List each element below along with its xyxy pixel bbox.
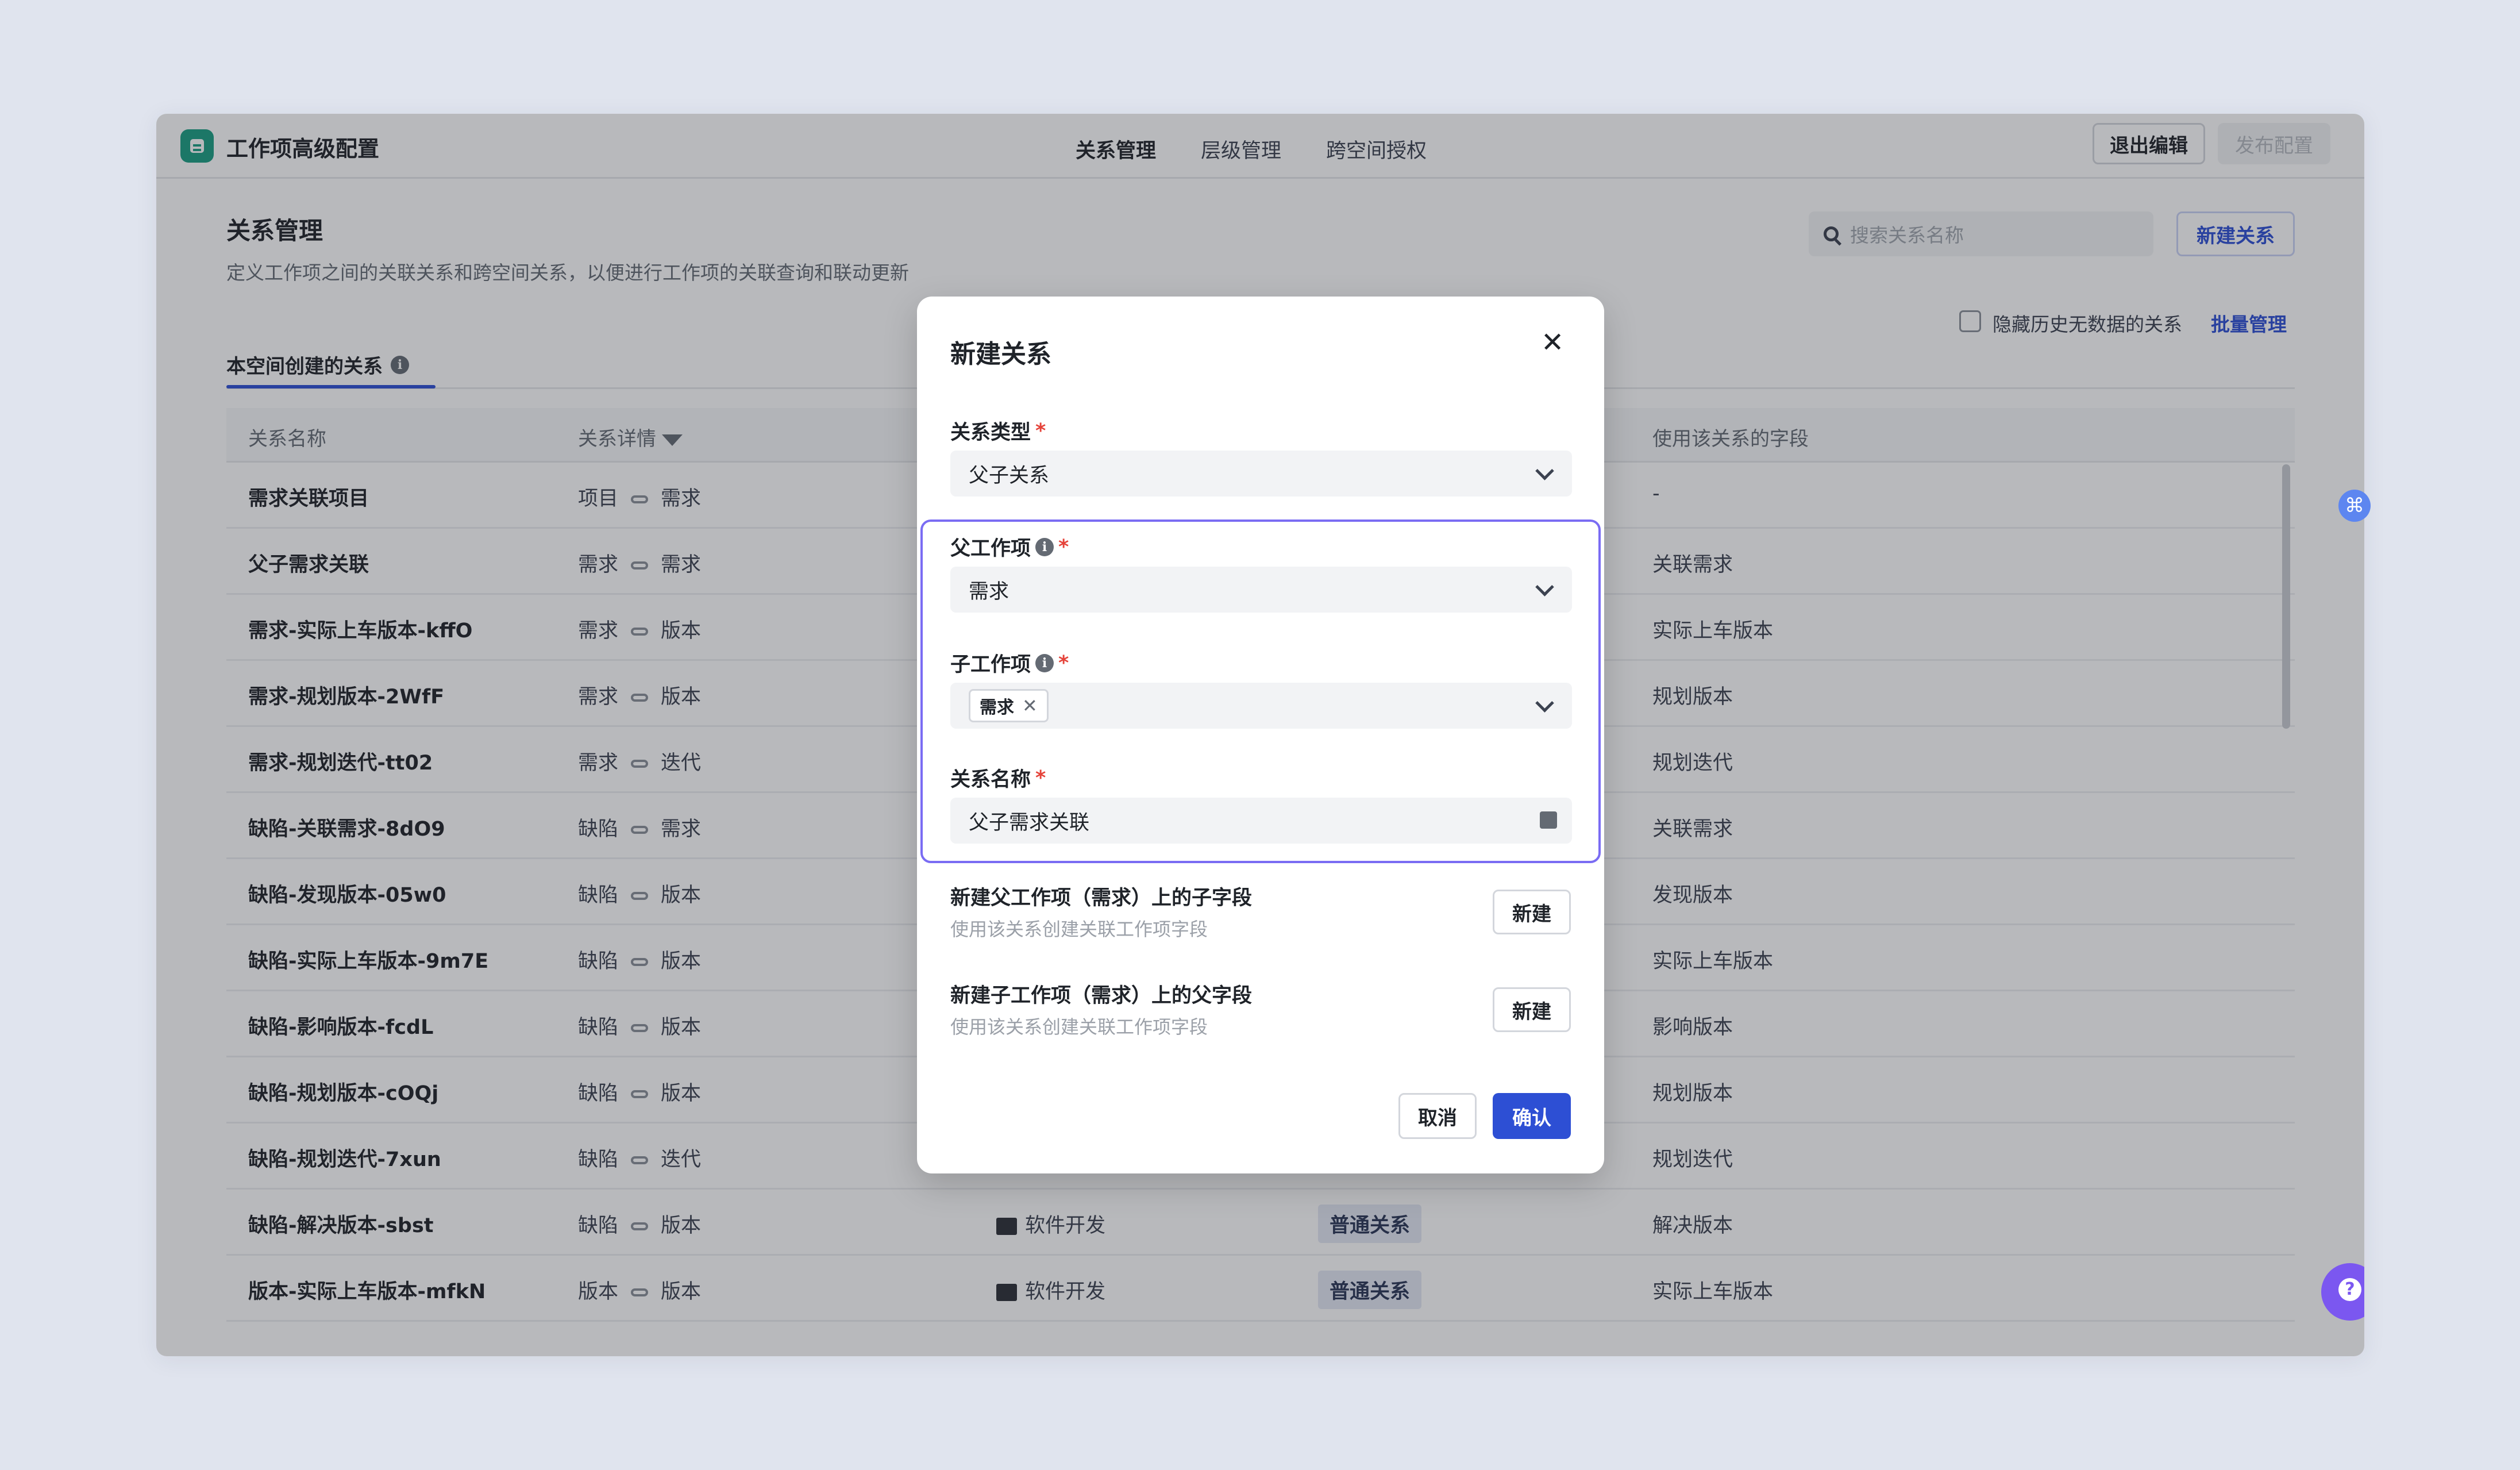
child-item-select[interactable]: 需求 ✕ <box>950 683 1572 729</box>
cancel-button[interactable]: 取消 <box>1398 1093 1477 1139</box>
new-relation-dialog: 新建关系 ✕ 关系类型 * 父子关系 父工作项 i * 需求 子工作项 i * … <box>917 297 1604 1173</box>
dialog-title: 新建关系 <box>950 340 1051 369</box>
chevron-down-icon <box>1535 578 1554 597</box>
required-mark: * <box>1035 766 1046 790</box>
relation-type-label-text: 关系类型 <box>950 421 1031 444</box>
relation-name-value: 父子需求关联 <box>969 811 1090 834</box>
child-item-tag-label: 需求 <box>980 698 1014 718</box>
new-child-field-button[interactable]: 新建 <box>1493 890 1571 934</box>
relation-name-label-text: 关系名称 <box>950 768 1031 791</box>
parent-item-label-text: 父工作项 <box>950 537 1031 560</box>
edit-icon[interactable] <box>1540 811 1557 829</box>
new-child-field-title: 新建父工作项（需求）上的子字段 <box>950 887 1253 910</box>
chevron-down-icon <box>1535 694 1554 713</box>
chevron-down-icon <box>1535 461 1554 480</box>
child-item-label-text: 子工作项 <box>950 653 1031 676</box>
relation-type-select[interactable]: 父子关系 <box>950 451 1572 497</box>
parent-item-label: 父工作项 i * <box>950 532 1069 561</box>
close-icon[interactable]: ✕ <box>1541 329 1564 356</box>
relation-type-label: 关系类型 * <box>950 416 1046 445</box>
relation-name-input[interactable]: 父子需求关联 <box>950 798 1572 844</box>
relation-type-value: 父子关系 <box>969 464 1050 487</box>
required-mark: * <box>1035 419 1046 442</box>
new-child-field-desc: 使用该关系创建关联工作项字段 <box>950 918 1208 940</box>
child-item-tag: 需求 ✕ <box>969 689 1049 722</box>
info-icon: i <box>1035 653 1054 672</box>
new-parent-field-desc: 使用该关系创建关联工作项字段 <box>950 1016 1208 1038</box>
required-mark: * <box>1058 651 1069 675</box>
new-parent-field-button[interactable]: 新建 <box>1493 987 1571 1032</box>
confirm-button[interactable]: 确认 <box>1493 1093 1571 1139</box>
child-item-label: 子工作项 i * <box>950 648 1069 678</box>
relation-name-label: 关系名称 * <box>950 763 1046 792</box>
info-icon: i <box>1035 537 1054 556</box>
parent-item-select[interactable]: 需求 <box>950 567 1572 613</box>
new-parent-field-title: 新建子工作项（需求）上的父字段 <box>950 984 1253 1007</box>
command-icon[interactable]: ⌘ <box>2338 490 2371 522</box>
parent-item-value: 需求 <box>969 580 1009 603</box>
required-mark: * <box>1058 535 1069 559</box>
remove-tag-icon[interactable]: ✕ <box>1022 695 1038 717</box>
